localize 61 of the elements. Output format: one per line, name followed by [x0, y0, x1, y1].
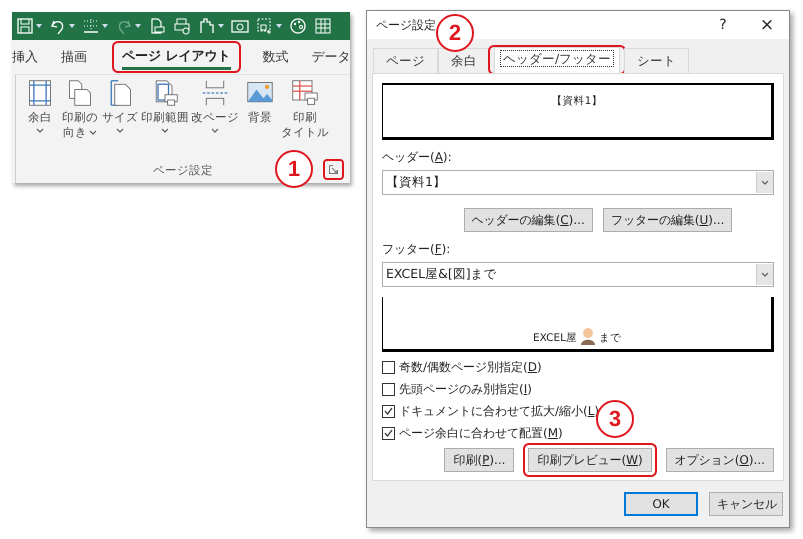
preview-text: EXCEL屋: [533, 331, 577, 345]
pages-icon: [66, 79, 94, 107]
checkbox[interactable]: [382, 426, 395, 440]
page-break-icon: [201, 79, 229, 107]
dialog-button[interactable]: オプション(O)...: [666, 448, 774, 472]
dropdown-caret-icon: [69, 24, 75, 28]
person-icon: [580, 327, 596, 345]
group-label: ページ設定: [153, 162, 213, 178]
ribbon-button[interactable]: 背景: [240, 79, 280, 125]
tab[interactable]: ページ: [373, 48, 438, 73]
palette-icon[interactable]: [289, 17, 307, 35]
ribbon-tab[interactable]: 数式: [262, 44, 298, 70]
ribbon-button[interactable]: 印刷 タイトル: [280, 79, 330, 140]
printer-icon[interactable]: [173, 17, 191, 35]
print-titles-icon: [291, 79, 319, 107]
dropdown-caret-icon: [102, 24, 108, 28]
dropdown-field[interactable]: EXCEL屋&[図]まで: [382, 262, 774, 287]
tab[interactable]: 余白: [438, 48, 490, 73]
table-icon[interactable]: [314, 17, 332, 35]
ribbon-button[interactable]: 印刷範囲: [140, 79, 190, 133]
ribbon-button[interactable]: 余白: [20, 79, 60, 133]
preview-text: 【資料1】: [552, 94, 602, 109]
preview-text: まで: [598, 331, 621, 345]
select-icon[interactable]: [256, 17, 274, 35]
field-label: ヘッダー(A):: [382, 149, 453, 166]
checkbox-label: 先頭ページのみ別指定(I): [399, 380, 532, 398]
dialog-button[interactable]: 印刷(P)...: [444, 448, 514, 472]
chevron-down-icon: [761, 180, 769, 185]
cancel-button[interactable]: キャンセル: [709, 492, 783, 516]
checkbox-label: 奇数/偶数ページ別指定(D): [399, 358, 542, 376]
dropdown-field[interactable]: 【資料1】: [382, 170, 774, 195]
edit-button[interactable]: フッターの編集(U)...: [602, 208, 732, 232]
checkbox[interactable]: [382, 382, 395, 396]
checkbox-label: ページ余白に合わせて配置(M): [399, 424, 563, 442]
dropdown-caret-icon: [276, 24, 282, 28]
tab[interactable]: ヘッダー/フッター: [494, 47, 620, 73]
margins-icon: [26, 79, 54, 107]
tab[interactable]: シート: [624, 48, 690, 73]
dropdown-caret-icon: [218, 24, 224, 28]
ok-button[interactable]: OK: [624, 492, 698, 516]
border-icon[interactable]: [82, 17, 100, 35]
edit-button[interactable]: ヘッダーの編集(C)...: [464, 208, 593, 232]
ribbon-button[interactable]: 印刷の 向き: [60, 79, 100, 140]
ribbon-tab[interactable]: ページ レイアウト: [122, 44, 231, 70]
dialog-launcher-icon[interactable]: [329, 165, 338, 174]
checkbox[interactable]: [382, 404, 395, 418]
dropdown-caret-icon: [36, 24, 42, 28]
close-button[interactable]: ×: [745, 11, 789, 39]
chevron-down-icon: [761, 272, 769, 277]
save-icon[interactable]: [16, 17, 34, 35]
ribbon-tab[interactable]: 挿入: [12, 44, 47, 70]
checkbox[interactable]: [382, 360, 395, 374]
ribbon-tab[interactable]: 描画: [61, 44, 96, 70]
field-label: フッター(F):: [382, 241, 452, 258]
ribbon-button[interactable]: 改ページ: [190, 79, 240, 133]
window-title: ページ設定: [376, 16, 436, 34]
ribbon-button[interactable]: サイズ: [100, 79, 140, 133]
help-button[interactable]: ?: [701, 11, 745, 39]
dropdown-caret-icon: [135, 24, 141, 28]
ribbon-tab[interactable]: データ: [312, 44, 350, 70]
dialog-button[interactable]: 印刷プレビュー(W): [528, 448, 652, 472]
